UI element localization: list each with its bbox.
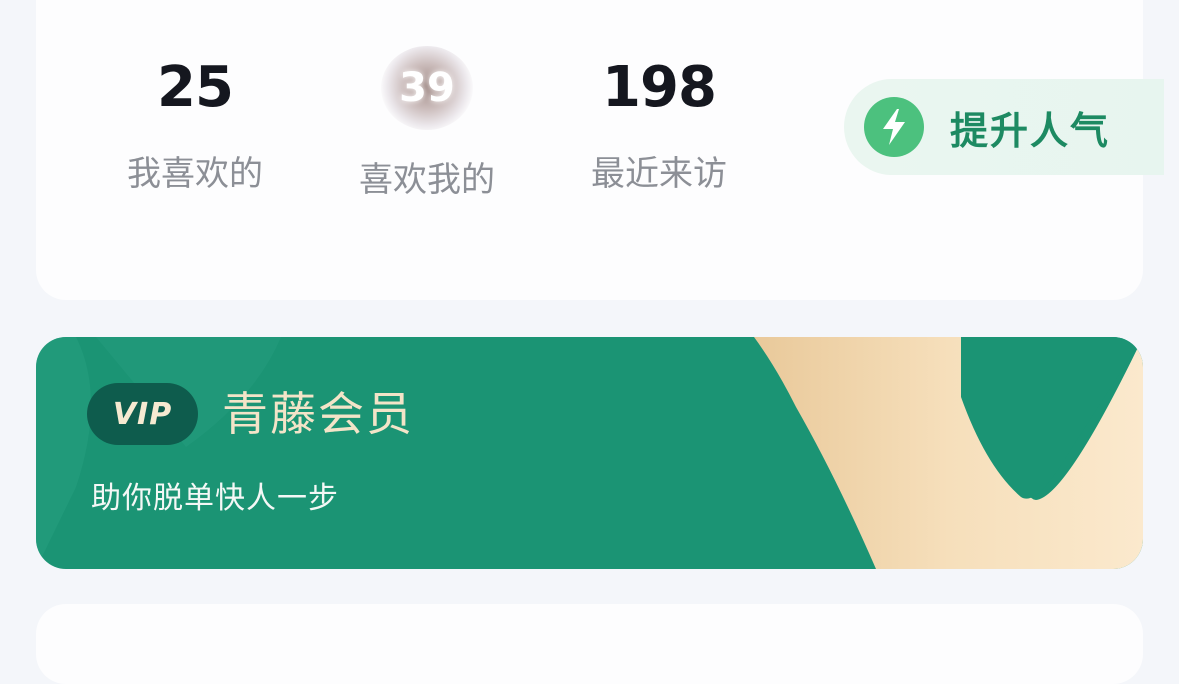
- my-likes-label: 我喜欢的: [127, 154, 263, 194]
- recent-visitors-label: 最近来访: [591, 154, 727, 194]
- lightning-bolt-icon: [864, 97, 924, 157]
- vip-title: 青藤会员: [222, 387, 414, 441]
- stats-card: 25 我喜欢的 39 喜欢我的 198 最近来访 提升人气: [36, 0, 1164, 300]
- recent-visitors-count: 198: [602, 55, 717, 120]
- vip-membership-banner[interactable]: VIP 青藤会员 助你脱单快人一步: [36, 337, 1143, 569]
- my-likes-count: 25: [157, 55, 234, 120]
- boost-popularity-label: 提升人气: [950, 108, 1111, 153]
- vine-logo-decoration: [36, 337, 1143, 569]
- vip-badge: VIP: [87, 383, 198, 445]
- next-card: [36, 604, 1143, 684]
- liked-me-blurred-badge: 39: [381, 46, 473, 130]
- boost-popularity-button[interactable]: 提升人气: [844, 79, 1164, 175]
- vip-subtitle: 助你脱单快人一步: [91, 481, 339, 516]
- liked-me-label: 喜欢我的: [359, 160, 495, 200]
- liked-me-count: 39: [399, 65, 455, 111]
